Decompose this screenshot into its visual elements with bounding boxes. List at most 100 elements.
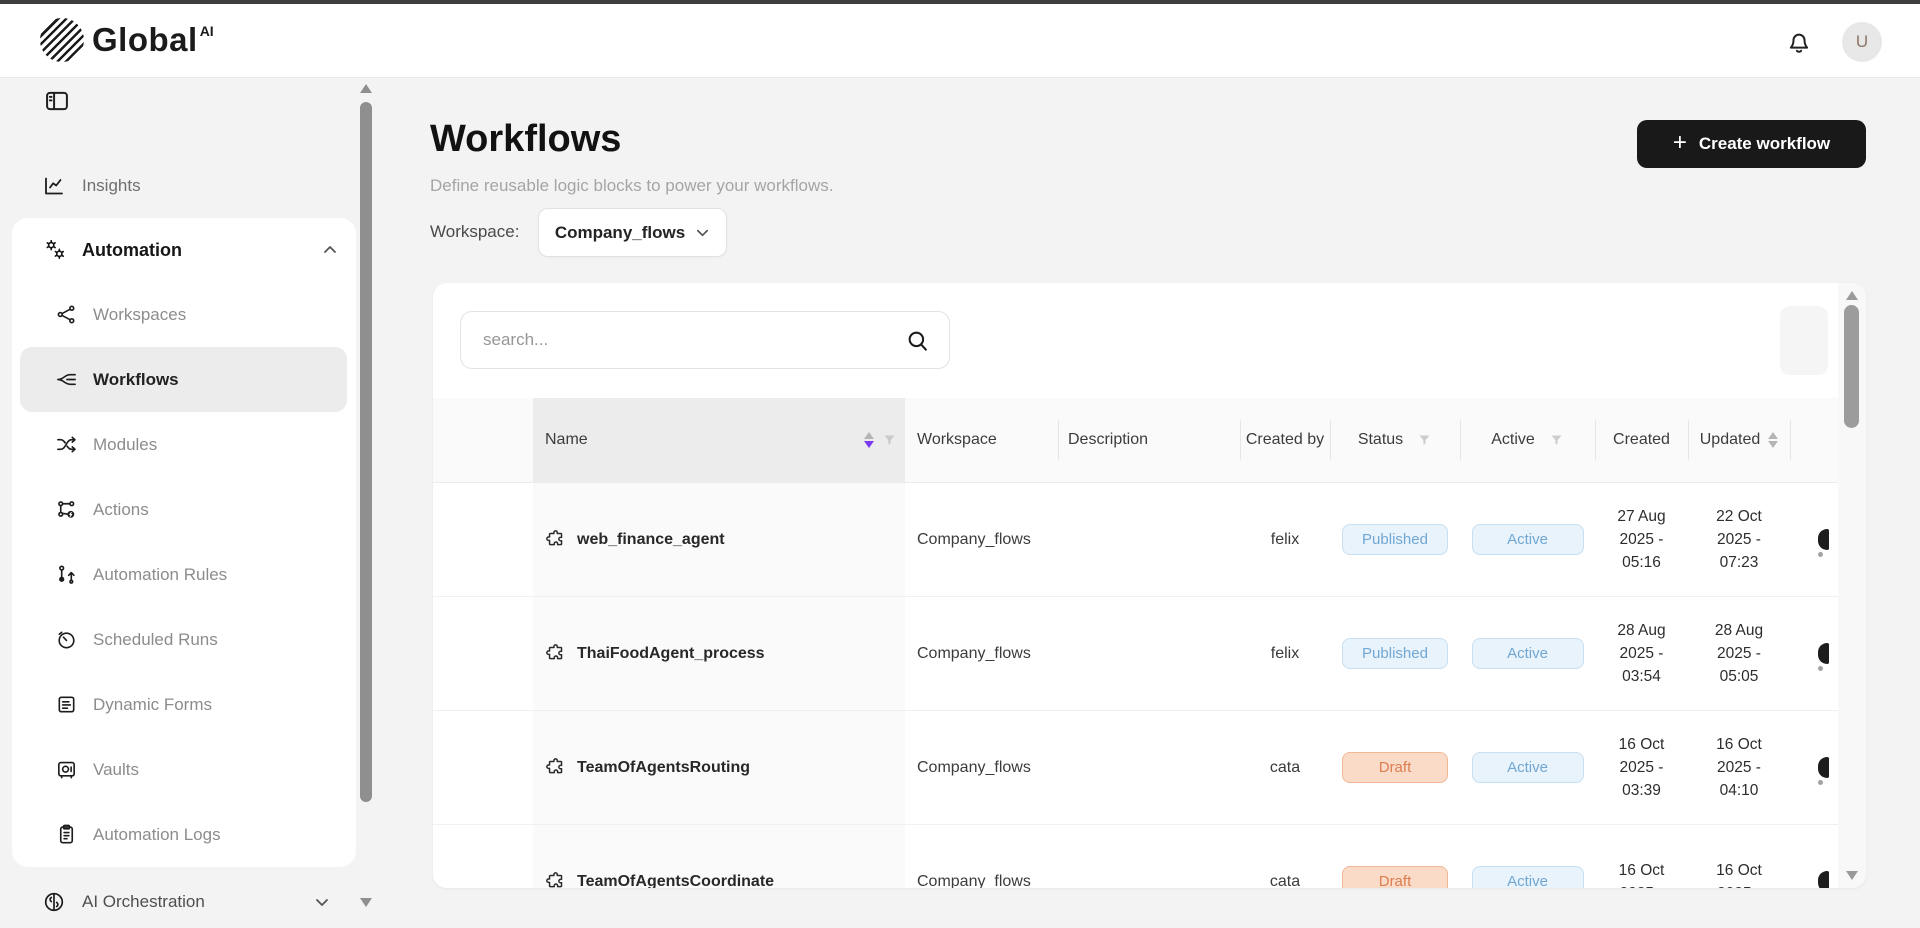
workflow-name-cell: ThaiFoodAgent_process — [533, 597, 905, 710]
column-header-created-by[interactable]: Created by — [1240, 398, 1330, 482]
row-actions-cutoff-dot — [1818, 552, 1823, 557]
sidebar-sublist: WorkspacesWorkflowsModulesActionsAutomat… — [12, 282, 356, 867]
insights-chart-icon — [42, 174, 66, 198]
table-row[interactable]: web_finance_agentCompany_flowsfelixPubli… — [433, 483, 1838, 597]
description-cell — [1058, 711, 1240, 824]
row-actions-cutoff-dot — [1818, 780, 1823, 785]
sidebar-item-ai-orchestration[interactable]: AI Orchestration — [0, 876, 356, 928]
table-row[interactable]: TeamOfAgentsCoordinate Company_flows cata D… — [433, 825, 1838, 888]
sidebar-item-label: Dynamic Forms — [93, 695, 212, 715]
sidebar-item-workflows[interactable]: Workflows — [20, 347, 347, 412]
filter-icon[interactable] — [1417, 433, 1432, 448]
sidebar-item-automation[interactable]: Automation — [12, 230, 356, 270]
column-label: Description — [1068, 431, 1148, 449]
column-label: Created — [1613, 431, 1670, 449]
column-header-active[interactable]: Active — [1460, 398, 1595, 482]
row-spacer — [433, 711, 533, 824]
ai-orchestration-icon — [42, 890, 66, 914]
filter-icon[interactable] — [1549, 433, 1564, 448]
user-avatar[interactable]: U — [1842, 22, 1882, 62]
table-header-row: Name Workspace Description — [433, 398, 1838, 483]
column-header-created[interactable]: Created — [1595, 398, 1688, 482]
status-badge: Published — [1342, 524, 1448, 555]
workflow-name: TeamOfAgentsCoordinate — [577, 873, 774, 889]
search-icon[interactable] — [905, 328, 931, 354]
column-header-updated[interactable]: Updated — [1688, 398, 1790, 482]
row-actions-cell[interactable] — [1790, 597, 1838, 710]
workflow-name-cell: web_finance_agent — [533, 483, 905, 596]
table-scrollbar-thumb[interactable] — [1844, 305, 1859, 428]
chevron-down-icon — [314, 894, 330, 910]
sidebar-scrollbar-thumb[interactable] — [360, 102, 372, 802]
column-header-description[interactable]: Description — [1058, 398, 1240, 482]
row-actions-cell[interactable] — [1790, 711, 1838, 824]
row-actions-cell[interactable] — [1790, 483, 1838, 596]
sidebar-item-label: Vaults — [93, 760, 139, 780]
table-body: web_finance_agentCompany_flowsfelixPubli… — [433, 483, 1838, 888]
page-subtitle: Define reusable logic blocks to power yo… — [430, 176, 833, 196]
chevron-up-icon — [322, 242, 338, 258]
sidebar-item-actions[interactable]: Actions — [12, 477, 356, 542]
chevron-down-icon — [695, 225, 710, 240]
created-date: 16 Oct2025 -03:39 — [1619, 733, 1665, 802]
workflows-branch-icon — [55, 368, 78, 391]
workspaces-network-icon — [55, 303, 78, 326]
sidebar-scrollbar-up[interactable] — [360, 84, 372, 93]
table-scrollbar-up[interactable] — [1846, 291, 1858, 300]
column-label: Created by — [1246, 427, 1324, 453]
workspace-label: Workspace: — [430, 222, 519, 242]
active-cell: Active — [1460, 483, 1595, 596]
table-scrollbar — [1838, 283, 1866, 888]
table-row[interactable]: TeamOfAgentsRoutingCompany_flowscataDraf… — [433, 711, 1838, 825]
sidebar-item-modules[interactable]: Modules — [12, 412, 356, 477]
search-box — [460, 311, 950, 369]
search-input[interactable] — [461, 312, 949, 368]
toolbar-side-button[interactable] — [1780, 306, 1828, 375]
updated-date-cell: 16 Oct2025 -04:10 — [1688, 711, 1790, 824]
status-badge: Draft — [1342, 866, 1448, 888]
updated-date-cell: 16 Oct2025 - — [1688, 825, 1790, 888]
filter-icon[interactable] — [882, 433, 897, 448]
status-badge: Draft — [1342, 752, 1448, 783]
modules-shuffle-icon — [55, 433, 78, 456]
bell-icon[interactable] — [1784, 26, 1814, 58]
sidebar-item-automation-rules[interactable]: Automation Rules — [12, 542, 356, 607]
workflows-card: Name Workspace Description — [433, 283, 1866, 888]
create-workflow-button[interactable]: + Create workflow — [1637, 120, 1866, 168]
table-scrollbar-down[interactable] — [1846, 871, 1858, 880]
row-actions-cutoff-icon[interactable] — [1818, 529, 1829, 550]
workspace-cell: Company_flows — [905, 825, 1058, 888]
user-avatar-initial: U — [1856, 32, 1868, 52]
row-actions-cutoff-icon[interactable] — [1818, 643, 1829, 664]
column-header-name[interactable]: Name — [533, 398, 905, 482]
sidebar-item-automation-logs[interactable]: Automation Logs — [12, 802, 356, 867]
sidebar-item-vaults[interactable]: Vaults — [12, 737, 356, 802]
row-spacer — [433, 825, 533, 888]
created-by-cell: cata — [1240, 825, 1330, 888]
column-header-status[interactable]: Status — [1330, 398, 1460, 482]
sidebar-scrollbar-down[interactable] — [360, 898, 372, 907]
panel-toggle-icon[interactable] — [42, 87, 72, 115]
sidebar-item-label: Workflows — [93, 370, 179, 390]
sort-icon[interactable] — [864, 432, 874, 448]
updated-date-cell: 22 Oct2025 -07:23 — [1688, 483, 1790, 596]
table-row[interactable]: ThaiFoodAgent_processCompany_flowsfelixP… — [433, 597, 1838, 711]
active-badge: Active — [1472, 866, 1584, 888]
sidebar-item-scheduled-runs[interactable]: Scheduled Runs — [12, 607, 356, 672]
sort-icon[interactable] — [1768, 432, 1778, 448]
sidebar-item-workspaces[interactable]: Workspaces — [12, 282, 356, 347]
workspace-select[interactable]: Company_flows — [538, 208, 727, 257]
scheduled-runs-timer-icon — [55, 628, 78, 651]
row-actions-cutoff-icon[interactable] — [1818, 871, 1829, 889]
row-actions-cutoff-icon[interactable] — [1818, 757, 1829, 778]
sidebar-item-insights[interactable]: Insights — [0, 160, 356, 212]
sidebar-item-dynamic-forms[interactable]: Dynamic Forms — [12, 672, 356, 737]
column-label: Updated — [1700, 431, 1761, 449]
automation-rules-icon — [55, 563, 78, 586]
row-actions-cell[interactable] — [1790, 825, 1838, 888]
brand-logo: Global AI — [40, 18, 214, 62]
sidebar-item-label: Insights — [82, 176, 141, 196]
workflow-name-cell: TeamOfAgentsCoordinate — [533, 825, 905, 888]
active-cell: Active — [1460, 711, 1595, 824]
column-header-workspace[interactable]: Workspace — [905, 398, 1058, 482]
